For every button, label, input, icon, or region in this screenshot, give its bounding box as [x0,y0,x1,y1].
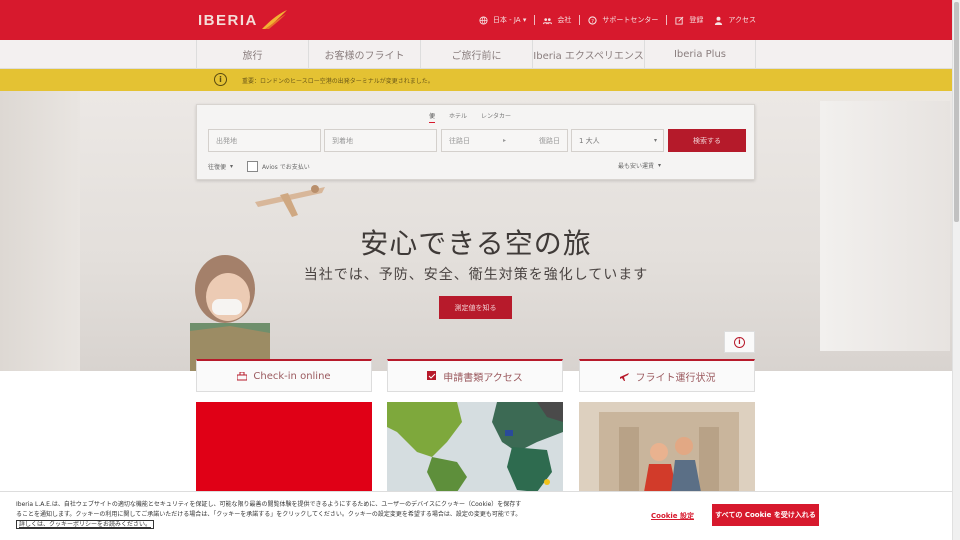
logo-wing-icon [261,10,287,29]
nav-travel[interactable]: 旅行 [196,40,308,69]
info-icon: i [734,336,745,348]
cookie-message: Iberia L.A.E.は、自社ウェブサイトの適切な機能とセキュリティを保証し… [16,501,522,518]
search-tabs: 便 ホテル レンタカー [429,111,511,123]
language-selector[interactable]: 日本 - JA ▾ [471,15,536,25]
destination-input[interactable]: 到着地 [324,129,437,152]
info-icon: i [214,73,227,86]
hero-headline: 安心できる空の旅 [360,227,592,260]
page-scrollbar[interactable] [952,0,960,540]
plane-icon [619,372,629,381]
company-label: 会社 [557,16,572,24]
chevron-down-icon: ▾ [653,137,657,144]
tab-car-rental[interactable]: レンタカー [481,111,511,123]
world-map-image [387,402,563,492]
company-link[interactable]: 会社 [535,15,581,25]
logo-text: IBERIA [198,11,258,29]
promo-tile-map[interactable] [387,402,563,492]
trip-type-select[interactable]: 往復便 ▾ Avios でお支払い [208,161,310,172]
flight-status-card[interactable]: フライト運行状況 [579,359,755,392]
help-icon: ? [588,15,597,24]
tab-flights[interactable]: 便 [429,111,436,123]
register-icon [675,16,684,25]
documents-card[interactable]: 申請書類アクセス [387,359,563,392]
nav-before-travel[interactable]: ご旅行前に [420,40,532,69]
main-nav: 旅行 お客様のフライト ご旅行前に Iberia エクスペリエンス Iberia… [0,40,952,69]
top-links: 日本 - JA ▾ 会社 ? サポートセンター 登録 アクセス [471,15,756,25]
promo-tile-couple[interactable] [579,402,755,492]
documents-label: 申請書類アクセス [443,372,523,384]
svg-text:?: ? [591,18,594,24]
company-icon [543,17,553,24]
sort-select[interactable]: 最も安い運賃 ▾ [618,161,661,170]
alert-text[interactable]: 重要：ロンドンのヒースロー空港の出発ターミナルが変更されました。 [242,76,434,85]
dates-input[interactable]: 往路日 ▸ 復路日 [441,129,568,152]
promo-tile-red[interactable] [196,402,372,492]
hero-subline: 当社では、予防、安全、衛生対策を強化しています [303,267,649,283]
access-label[interactable]: アクセス [728,15,756,25]
arrow-right-icon: ▸ [502,137,506,144]
support-label: サポートセンター [602,16,659,24]
passengers-select[interactable]: 1 大人 ▾ [571,129,664,152]
language-label: 日本 - JA ▾ [492,16,527,24]
nav-iberia-experience[interactable]: Iberia エクスペリエンス [532,40,644,69]
register-link[interactable]: 登録 アクセス [667,15,756,25]
alert-banner[interactable]: i 重要：ロンドンのヒースロー空港の出発ターミナルが変更されました。 [0,69,952,91]
passengers-value: 1 大人 [579,136,600,145]
support-link[interactable]: ? サポートセンター [580,15,668,25]
search-button[interactable]: 検索する [668,129,746,152]
avios-checkbox[interactable] [247,161,259,172]
user-icon [715,16,723,25]
register-label: 登録 [689,16,704,24]
checkin-card[interactable]: Check-in online [196,359,372,392]
couple-photo-image [579,402,755,492]
cookie-policy-link[interactable]: 詳しくは、クッキーポリシーをお読みください。 [16,520,155,529]
iberia-logo[interactable]: IBERIA [198,8,288,32]
return-date[interactable]: 復路日 [539,136,560,146]
info-button[interactable]: i [724,331,755,353]
tab-hotels[interactable]: ホテル [449,111,467,123]
avios-label: Avios でお支払い [262,164,310,171]
flight-status-label: フライト運行状況 [635,372,716,384]
cookie-settings-link[interactable]: Cookie 設定 [651,511,694,521]
toy-plane-image [255,185,325,217]
sort-value: 最も安い運賃 [618,163,655,170]
documents-icon [427,371,437,380]
top-header: IBERIA 日本 - JA ▾ 会社 ? サポートセンター 登録 アクセス [0,0,952,40]
chevron-down-icon: ▾ [230,163,234,170]
depart-date[interactable]: 往路日 [449,136,470,146]
cookie-text: Iberia L.A.E.は、自社ウェブサイトの適切な機能とセキュリティを保証し… [16,500,526,530]
checkin-icon [237,371,248,380]
nav-your-flight[interactable]: お客様のフライト [308,40,420,69]
accept-cookies-button[interactable]: すべての Cookie を受け入れる [712,504,819,526]
chevron-down-icon: ▾ [658,162,662,169]
scrollbar-thumb[interactable] [954,2,959,222]
hero-cta-button[interactable]: 測定値を知る [439,296,512,319]
checkin-label: Check-in online [253,370,331,382]
flight-search-box: 便 ホテル レンタカー 出発地 到着地 往路日 ▸ 復路日 1 大人 ▾ 検索す… [196,104,755,180]
cookie-banner: Iberia L.A.E.は、自社ウェブサイトの適切な機能とセキュリティを保証し… [0,491,952,540]
nav-iberia-plus[interactable]: Iberia Plus [644,40,756,69]
trip-type-value: 往復便 [208,164,227,171]
globe-icon [479,15,488,25]
origin-input[interactable]: 出発地 [208,129,321,152]
